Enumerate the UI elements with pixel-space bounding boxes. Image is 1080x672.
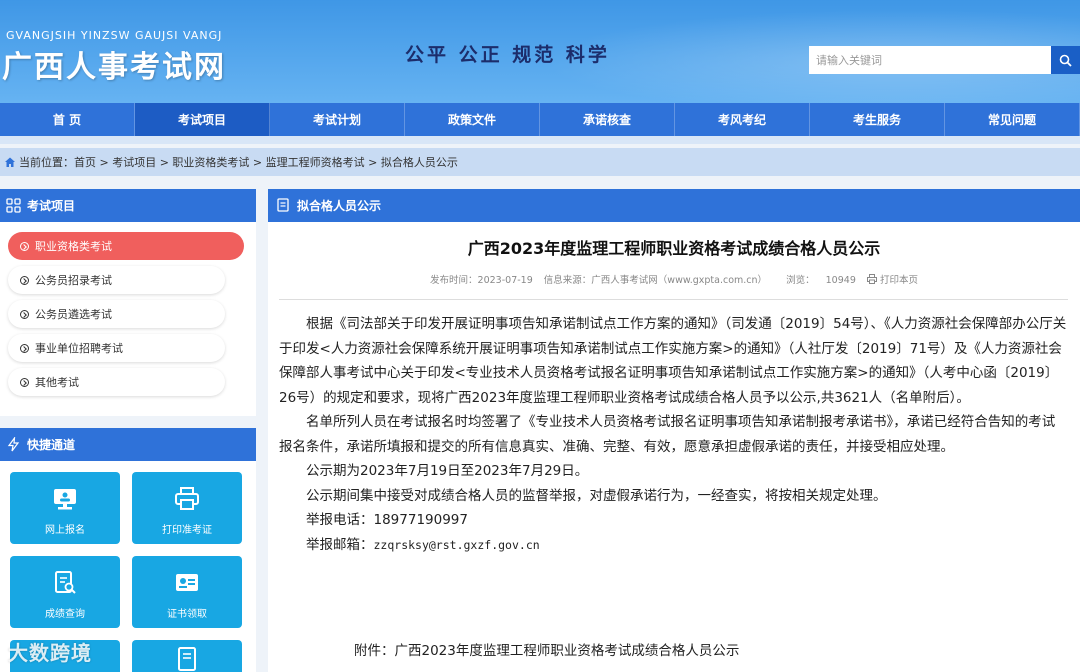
quick-tile-label: 网上报名: [45, 525, 85, 536]
search-doc-icon: [55, 571, 76, 594]
printer-icon: [175, 487, 199, 510]
print-page-link[interactable]: 打印本页: [866, 274, 918, 286]
sidebar-item-other-exams[interactable]: 其他考试: [8, 368, 225, 396]
article-title: 广西2023年度监理工程师职业资格考试成绩合格人员公示: [467, 239, 881, 258]
sidebar-item-professional-qualification[interactable]: 职业资格类考试: [8, 232, 244, 260]
nav-divider: [0, 136, 1080, 144]
site-logo-title[interactable]: 广西人事考试网: [2, 42, 226, 86]
sidebar-item-label: 其他考试: [35, 376, 79, 389]
printer-icon: [866, 274, 877, 284]
chevron-circle-icon: [20, 309, 29, 319]
views-label: 浏览：: [786, 275, 815, 286]
article-panel-title: 拟合格人员公示: [297, 199, 382, 213]
id-card-icon: [176, 574, 198, 591]
search-icon: [1059, 54, 1072, 67]
attachment-link[interactable]: 附件：广西2023年度监理工程师职业资格考试成绩合格人员公示: [354, 639, 739, 659]
sidebar-item-label: 职业资格类考试: [35, 240, 112, 253]
quick-tile-print-admission[interactable]: 打印准考证: [132, 472, 242, 544]
search-input[interactable]: [809, 46, 1051, 74]
quick-access-title: 快捷通道: [27, 438, 76, 452]
article-panel-header: 拟合格人员公示: [268, 189, 1080, 222]
exam-category-header: 考试项目: [0, 189, 256, 222]
article-paragraph: 公示期为2023年7月19日至2023年7月29日。: [306, 463, 589, 479]
publish-date: 发布时间：2023-07-19: [430, 275, 533, 286]
sidebar-item-civil-servant-selection[interactable]: 公务员遴选考试: [8, 300, 225, 328]
document-icon: [178, 647, 196, 671]
article-paragraph: 公示期间集中接受对成绩合格人员的监督举报，对虚假承诺行为，一经查实，将按相关规定…: [306, 487, 887, 504]
breadcrumb: 当前位置： 首页 > 考试项目 > 职业资格类考试 > 监理工程师资格考试 > …: [0, 148, 1080, 176]
monitor-icon: [54, 489, 76, 510]
title-divider: [279, 299, 1068, 300]
sidebar-item-label: 公务员遴选考试: [35, 308, 112, 321]
grid-icon: [6, 198, 21, 213]
print-page-label: 打印本页: [879, 275, 918, 286]
chevron-circle-icon: [20, 275, 29, 285]
exam-category-title: 考试项目: [27, 199, 76, 213]
nav-item-commitment[interactable]: 承诺核查: [540, 103, 675, 136]
article-paragraph: 名单所列人员在考试报名时均签署了《专业技术人员资格考试报名证明事项告知承诺制报考…: [279, 414, 1056, 455]
sidebar-item-label: 公务员招录考试: [35, 274, 112, 287]
article-panel: 拟合格人员公示 广西2023年度监理工程师职业资格考试成绩合格人员公示 发布时间…: [268, 189, 1080, 672]
lightning-icon: [6, 437, 21, 452]
exam-category-list: 职业资格类考试 公务员招录考试 公务员遴选考试 事业单位招聘考试 其他考试: [0, 222, 256, 396]
quick-access-panel: 快捷通道 网上报名 打印准考证 成绩查询 证书领取: [0, 428, 256, 672]
exam-category-panel: 考试项目 职业资格类考试 公务员招录考试 公务员遴选考试 事业单位招聘考试 其他…: [0, 189, 256, 416]
report-email[interactable]: zzqrsksy@rst.gxzf.gov.cn: [374, 538, 540, 552]
article-body: 根据《司法部关于印发开展证明事项告知承诺制试点工作方案的通知》（司发通〔2019…: [279, 312, 1068, 557]
nav-item-discipline[interactable]: 考风考纪: [675, 103, 810, 136]
sidebar-item-label: 事业单位招聘考试: [35, 342, 123, 355]
nav-item-plan[interactable]: 考试计划: [270, 103, 405, 136]
nav-item-services[interactable]: 考生服务: [810, 103, 945, 136]
views-count: 10949: [825, 275, 856, 286]
chevron-circle-icon: [20, 377, 29, 387]
slogan: 公平 公正 规范 科学: [405, 44, 610, 66]
sidebar-item-public-institution[interactable]: 事业单位招聘考试: [8, 334, 225, 362]
info-source: 信息来源：广西人事考试网（www.gxpta.com.cn）: [543, 275, 768, 286]
nav-item-exams[interactable]: 考试项目: [135, 103, 270, 136]
quick-tile-label: 成绩查询: [45, 609, 85, 620]
nav-item-policy[interactable]: 政策文件: [405, 103, 540, 136]
quick-tile-partial[interactable]: [132, 640, 242, 672]
article-paragraph: 根据《司法部关于印发开展证明事项告知承诺制试点工作方案的通知》（司发通〔2019…: [279, 316, 1067, 406]
breadcrumb-path[interactable]: 首页 > 考试项目 > 职业资格类考试 > 监理工程师资格考试 > 拟合格人员公…: [74, 154, 458, 170]
quick-tile-certificate[interactable]: 证书领取: [132, 556, 242, 628]
quick-tile-label: 打印准考证: [162, 525, 212, 536]
report-phone-line: 举报电话：18977190997: [279, 508, 1068, 533]
report-phone-label: 举报电话：: [306, 512, 374, 528]
breadcrumb-prefix: 当前位置：: [19, 156, 74, 169]
quick-tile-label: 证书领取: [167, 609, 207, 620]
report-phone: 18977190997: [373, 512, 468, 528]
article-meta: 发布时间：2023-07-19 信息来源：广西人事考试网（www.gxpta.c…: [268, 272, 1080, 286]
sidebar-item-civil-servant-recruitment[interactable]: 公务员招录考试: [8, 266, 225, 294]
search-button[interactable]: [1051, 46, 1080, 74]
quick-tile-online-registration[interactable]: 网上报名: [10, 472, 120, 544]
chevron-circle-icon: [20, 343, 29, 353]
nav-item-faq[interactable]: 常见问题: [945, 103, 1080, 136]
nav-item-home[interactable]: 首 页: [0, 103, 135, 136]
quick-tile-score-query[interactable]: 成绩查询: [10, 556, 120, 628]
report-email-line: 举报邮箱：zzqrsksy@rst.gxzf.gov.cn: [279, 533, 1068, 558]
watermark: 大数跨境: [8, 641, 92, 665]
site-header: GVANGJSIH YINZSW GAUJSI VANGJ 广西人事考试网 公平…: [0, 0, 1080, 103]
home-icon: [5, 157, 15, 167]
logo-pinyin: GVANGJSIH YINZSW GAUJSI VANGJ: [6, 29, 223, 42]
report-email-label: 举报邮箱：: [306, 536, 374, 553]
quick-access-header: 快捷通道: [0, 428, 256, 461]
document-icon: [276, 198, 291, 213]
chevron-circle-icon: [20, 241, 29, 251]
main-nav: 首 页 考试项目 考试计划 政策文件 承诺核查 考风考纪 考生服务 常见问题: [0, 103, 1080, 136]
